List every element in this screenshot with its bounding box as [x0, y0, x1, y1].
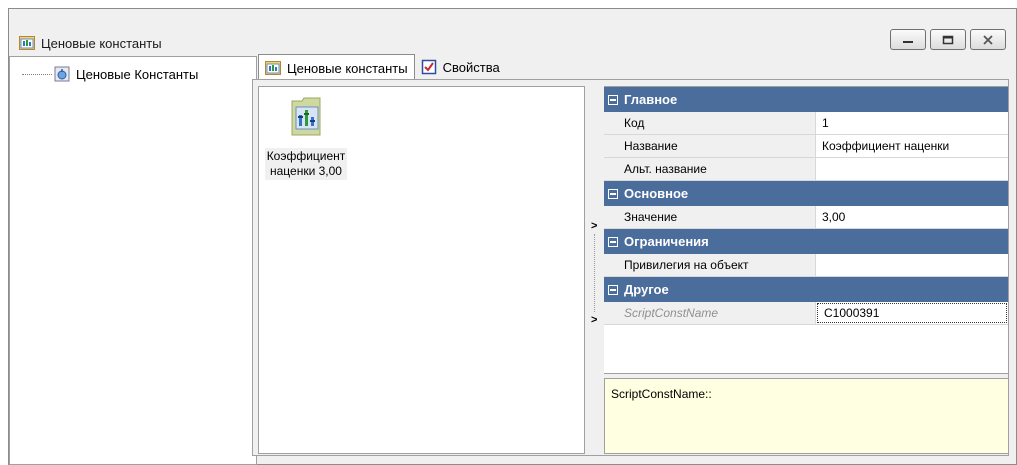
property-row[interactable]: Привилегия на объект [604, 254, 1008, 277]
collapse-icon[interactable] [608, 94, 618, 105]
category-label: Другое [624, 282, 669, 297]
property-row[interactable]: Код 1 [604, 112, 1008, 135]
property-row[interactable]: Значение 3,00 [604, 206, 1008, 229]
property-name: ScriptConstName [604, 302, 816, 324]
category-other[interactable]: Другое [604, 277, 1008, 302]
constant-item[interactable]: Коэффициент наценки 3,00 [261, 95, 351, 180]
tree-item-price-constants[interactable]: Ценовые Константы [22, 65, 198, 83]
category-label: Ограничения [624, 234, 709, 249]
property-name: Код [604, 112, 816, 134]
property-value[interactable]: 3,00 [816, 206, 1008, 228]
collapse-icon[interactable] [608, 188, 618, 199]
window-controls [890, 29, 1006, 51]
expand-right-arrow-icon-2[interactable]: > [591, 314, 597, 326]
maximize-button[interactable] [930, 29, 966, 50]
right-splitter[interactable]: > > [590, 220, 600, 335]
expand-right-arrow-icon[interactable]: > [591, 220, 597, 232]
property-value[interactable]: 1 [816, 112, 1008, 134]
tab-properties[interactable]: Свойства [415, 54, 506, 80]
constant-icon [291, 97, 321, 136]
property-value[interactable]: Коэффициент наценки [816, 135, 1008, 157]
tree-connector [22, 73, 52, 75]
category-main[interactable]: Главное [604, 87, 1008, 112]
tree-panel: Ценовые Константы [9, 56, 257, 465]
property-row[interactable]: ScriptConstName C1000391 [604, 302, 1008, 325]
constants-tab-icon [265, 61, 281, 75]
minimize-icon [903, 40, 913, 43]
collapse-icon[interactable] [608, 236, 618, 247]
property-name: Значение [604, 206, 816, 228]
constants-app-icon [19, 36, 35, 50]
title-bar: Ценовые константы [9, 9, 1016, 57]
category-label: Основное [624, 186, 689, 201]
property-grid: Главное Код 1 Название Коэффициент нацен… [604, 86, 1009, 374]
property-name: Название [604, 135, 816, 157]
property-row[interactable]: Альт. название [604, 158, 1008, 181]
tab-label: Свойства [442, 59, 500, 75]
tree-node-icon [54, 66, 70, 82]
property-row[interactable]: Название Коэффициент наценки [604, 135, 1008, 158]
tree-item-label: Ценовые Константы [76, 66, 199, 82]
property-value[interactable] [816, 254, 1008, 276]
close-icon [983, 34, 993, 45]
constant-label-line1: Коэффициент [266, 149, 346, 163]
constant-label-line2: наценки 3,00 [270, 164, 342, 178]
tab-label: Ценовые константы [287, 60, 408, 76]
category-basic[interactable]: Основное [604, 181, 1008, 206]
splitter-grip [594, 234, 595, 312]
constant-label: Коэффициент наценки 3,00 [264, 148, 348, 180]
property-value[interactable] [816, 158, 1008, 180]
close-button[interactable] [970, 29, 1006, 50]
property-value-selected[interactable]: C1000391 [817, 303, 1007, 323]
maximize-icon [942, 35, 954, 44]
window-title: Ценовые константы [41, 36, 162, 51]
properties-tab-icon [421, 59, 436, 75]
collapse-icon[interactable] [608, 284, 618, 295]
property-name: Альт. название [604, 158, 816, 180]
constants-icon-view: Коэффициент наценки 3,00 [258, 86, 585, 454]
tab-price-constants[interactable]: Ценовые константы [258, 54, 415, 81]
category-label: Главное [624, 92, 678, 107]
tab-strip: Ценовые константы Свойства [258, 54, 506, 81]
minimize-button[interactable] [890, 29, 926, 50]
category-restrictions[interactable]: Ограничения [604, 229, 1008, 254]
property-name: Привилегия на объект [604, 254, 816, 276]
property-description: ScriptConstName:: [604, 378, 1009, 454]
